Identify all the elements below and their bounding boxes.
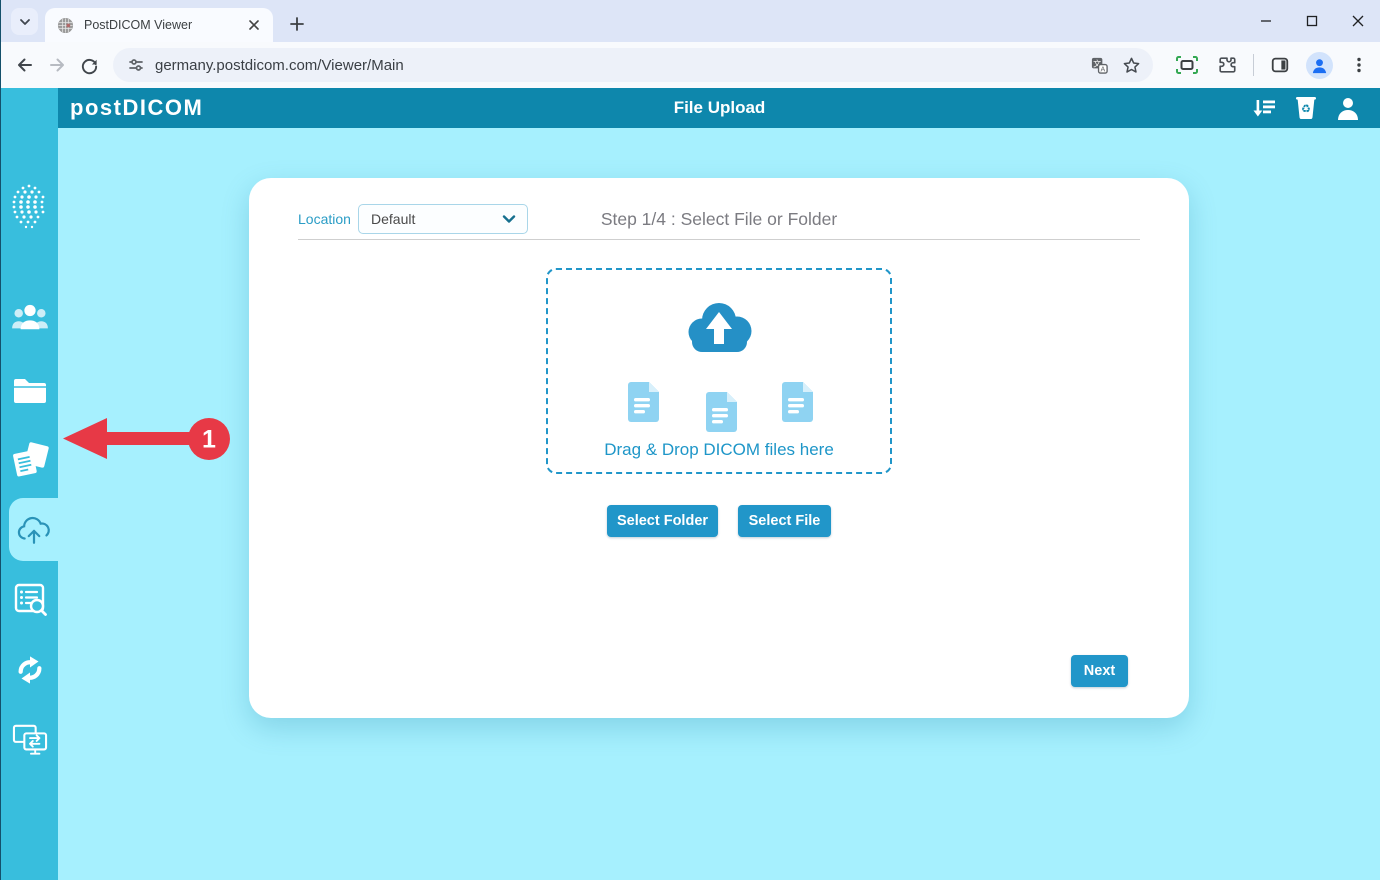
- account-icon[interactable]: [1333, 93, 1363, 123]
- documents-stack-icon: [11, 442, 49, 478]
- bookmark-star-icon[interactable]: [1119, 53, 1143, 77]
- window-close-button[interactable]: [1335, 0, 1380, 42]
- svg-text:A: A: [1100, 65, 1105, 73]
- folder-icon: [12, 374, 48, 404]
- sidebar-item-documents[interactable]: [1, 428, 58, 492]
- favicon: [57, 17, 74, 34]
- select-folder-button[interactable]: Select Folder: [607, 505, 718, 537]
- reload-button[interactable]: [73, 49, 105, 81]
- address-bar[interactable]: germany.postdicom.com/Viewer/Main 文 A: [113, 48, 1153, 82]
- chevron-down-icon: [18, 15, 32, 29]
- dicom-file-icons: [548, 382, 890, 444]
- dicom-dropzone[interactable]: Drag & Drop DICOM files here: [546, 268, 892, 474]
- header-icons: ♻: [1237, 88, 1363, 128]
- window-maximize-button[interactable]: [1289, 0, 1335, 42]
- sort-list-icon[interactable]: [1249, 93, 1279, 123]
- select-file-button[interactable]: Select File: [738, 505, 831, 537]
- sidebar-item-transfer[interactable]: [1, 708, 58, 772]
- new-tab-button[interactable]: [283, 10, 311, 38]
- browser-toolbar: germany.postdicom.com/Viewer/Main 文 A: [1, 42, 1380, 88]
- device-transfer-icon: [12, 723, 48, 757]
- screenshot-icon[interactable]: [1173, 51, 1201, 79]
- step-title: Step 1/4 : Select File or Folder: [249, 204, 1189, 234]
- extensions-icon[interactable]: [1213, 51, 1241, 79]
- recycle-bin-icon[interactable]: ♻: [1291, 93, 1321, 123]
- side-panel-icon[interactable]: [1266, 51, 1294, 79]
- file-icon: [628, 382, 659, 422]
- back-button[interactable]: [9, 49, 41, 81]
- sidebar: [1, 88, 58, 880]
- sidebar-item-folders[interactable]: [1, 357, 58, 421]
- menu-kebab-icon[interactable]: [1345, 51, 1373, 79]
- cloud-upload-icon: [15, 513, 53, 547]
- upload-card: Location Default Step 1/4 : Select File …: [249, 178, 1189, 718]
- next-button[interactable]: Next: [1071, 655, 1128, 687]
- profile-avatar[interactable]: [1306, 52, 1333, 79]
- toolbar-right-icons: [1167, 51, 1379, 79]
- sidebar-item-file-upload[interactable]: [9, 498, 58, 561]
- select-buttons-row: Select Folder Select File: [249, 505, 1189, 537]
- url-text[interactable]: germany.postdicom.com/Viewer/Main: [155, 57, 1079, 74]
- tab-close-icon[interactable]: [245, 16, 263, 34]
- page-title: File Upload: [674, 98, 766, 118]
- file-icon: [706, 392, 737, 432]
- tab-title: PostDICOM Viewer: [84, 18, 245, 32]
- sidebar-item-patients[interactable]: [1, 286, 58, 350]
- postdicom-logo: postDICOM: [70, 95, 203, 121]
- browser-tab[interactable]: PostDICOM Viewer: [45, 8, 273, 42]
- card-divider: [298, 239, 1140, 240]
- svg-text:♻: ♻: [1301, 103, 1311, 116]
- site-info-icon[interactable]: [125, 54, 147, 76]
- forward-button[interactable]: [41, 49, 73, 81]
- cloud-upload-icon: [680, 298, 758, 356]
- sidebar-item-worklist[interactable]: [1, 568, 58, 632]
- window-controls: [1243, 0, 1380, 42]
- file-icon: [782, 382, 813, 422]
- tab-search-button[interactable]: [11, 8, 38, 35]
- window-minimize-button[interactable]: [1243, 0, 1289, 42]
- sync-icon: [13, 653, 47, 687]
- translate-icon[interactable]: 文 A: [1087, 53, 1111, 77]
- postdicom-brain-logo: [5, 180, 54, 232]
- worklist-search-icon: [13, 583, 47, 617]
- sidebar-item-share[interactable]: [1, 638, 58, 702]
- toolbar-separator: [1253, 54, 1254, 76]
- browser-tabstrip: PostDICOM Viewer: [1, 0, 1380, 42]
- patients-group-icon: [11, 302, 49, 334]
- dropzone-hint-text: Drag & Drop DICOM files here: [548, 440, 890, 460]
- app-header: postDICOM File Upload ♻: [58, 88, 1380, 128]
